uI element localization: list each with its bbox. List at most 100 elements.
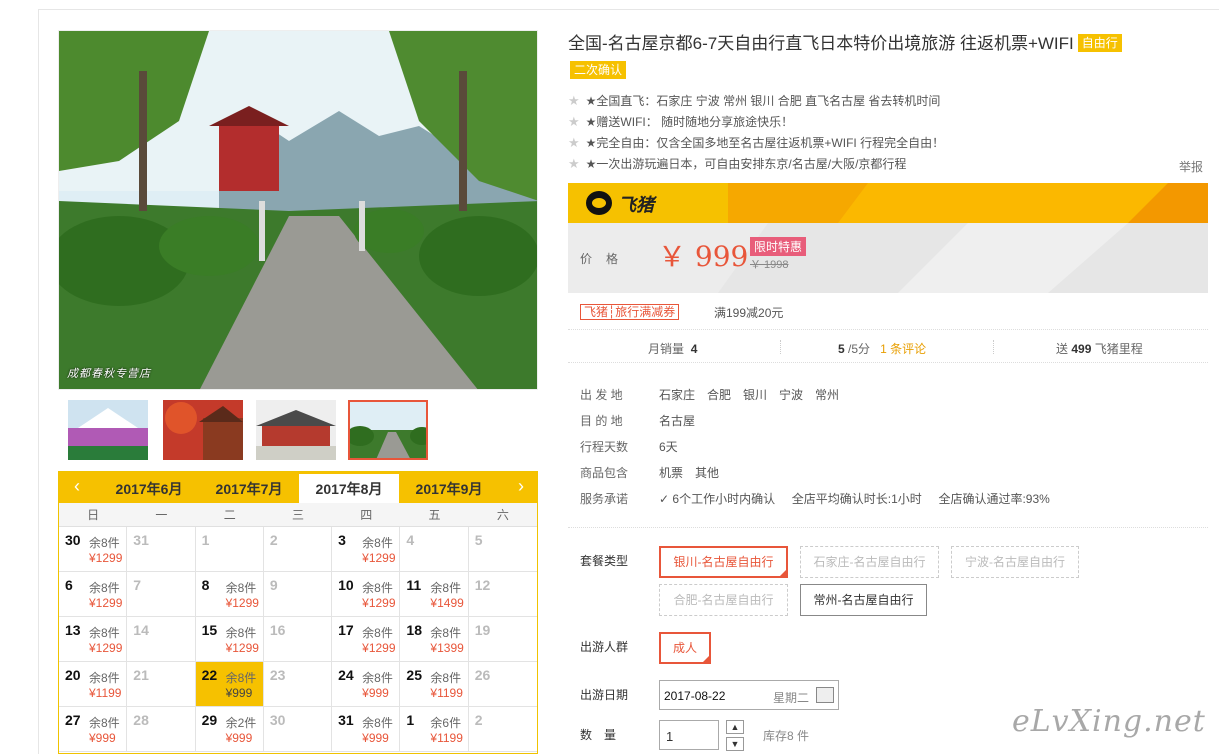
day-number: 21 [133, 667, 149, 683]
day-price: ¥1499 [430, 596, 464, 610]
day-number: 9 [269, 577, 278, 593]
calendar-day-cell[interactable]: 15 余8件 ¥1299 [195, 617, 264, 662]
date-input[interactable]: 2017-08-22 星期二 [659, 680, 839, 710]
fliggy-logo-icon [586, 191, 612, 215]
package-option-changzhou[interactable]: 常州-名古屋自由行 [800, 584, 927, 616]
info-depart: 出 发 地石家庄 合肥 银川 宁波 常州 [580, 388, 840, 402]
date-weekday: 星期二 [773, 691, 810, 705]
calendar-day-cell[interactable]: 27 余8件 ¥999 [59, 707, 128, 752]
brand-name: 飞猪 [618, 195, 654, 215]
divider [780, 340, 781, 354]
thumbnail-3[interactable] [256, 400, 336, 460]
day-number: 12 [474, 577, 491, 593]
review-link[interactable]: 1 条评论 [880, 342, 926, 356]
day-price: ¥999 [225, 686, 253, 700]
calendar-day-cell[interactable]: 11 余8件 ¥1499 [400, 572, 469, 617]
mileage: 送 499 飞猪里程 [1056, 342, 1143, 356]
weekday-label: 六 [496, 508, 509, 522]
report-link[interactable]: 举报 [1179, 158, 1203, 175]
day-number: 7 [133, 577, 142, 593]
product-title-text: 全国-名古屋京都6-7天自由行直飞日本特价出境旅游 往返机票+WIFI [568, 34, 1074, 53]
day-number: 24 [338, 667, 354, 683]
calendar-icon[interactable] [816, 687, 834, 703]
thumbnail-2[interactable] [163, 400, 243, 460]
day-price: ¥1299 [89, 641, 123, 655]
feature-item: ★ ★全国直飞：石家庄 宁波 常州 银川 合肥 直飞名古屋 省去转机时间 [568, 93, 941, 108]
coupon-badge[interactable]: 飞猪┆旅行满减券 [580, 304, 680, 320]
day-number: 17 [338, 622, 354, 638]
calendar-day-cell[interactable]: 8 余8件 ¥1299 [195, 572, 264, 617]
calendar-day-cell: 7 [127, 572, 196, 617]
weekday-label: 五 [428, 508, 441, 522]
calendar-day-cell[interactable]: 25 余8件 ¥1199 [400, 662, 469, 707]
chevron-left-icon[interactable]: ‹ [67, 476, 87, 497]
chevron-right-icon[interactable]: › [511, 476, 531, 497]
package-option-shijiazhuang[interactable]: 石家庄-名古屋自由行 [800, 546, 939, 578]
package-option-hefei[interactable]: 合肥-名古屋自由行 [659, 584, 788, 616]
calendar-day-cell: 14 [127, 617, 196, 662]
day-number: 2 [474, 712, 483, 728]
package-option-yinchuan[interactable]: 银川-名古屋自由行 [659, 546, 788, 578]
thumbnail-strip [58, 394, 538, 470]
day-number: 3 [338, 532, 346, 548]
day-number: 14 [133, 622, 149, 638]
calendar-day-cell[interactable]: 29 余2件 ¥999 [195, 707, 264, 752]
day-price: ¥1199 [89, 686, 122, 700]
traveler-option-adult[interactable]: 成人 [659, 632, 711, 664]
calendar-day-cell[interactable]: 6 余8件 ¥1299 [59, 572, 128, 617]
day-stock: 余8件 [362, 626, 393, 640]
day-price: ¥1299 [89, 596, 123, 610]
calendar-day-cell[interactable]: 10 余8件 ¥1299 [332, 572, 401, 617]
month-tab-august[interactable]: 2017年8月 [299, 474, 399, 503]
current-price: ￥ 999 [658, 240, 749, 273]
calendar-day-cell[interactable]: 17 余8件 ¥1299 [332, 617, 401, 662]
traveler-label: 出游人群 [580, 640, 629, 654]
info-destination: 目 的 地名古屋 [580, 414, 696, 428]
thumbnail-4[interactable] [348, 400, 428, 460]
day-number: 26 [474, 667, 491, 683]
calendar-day-cell[interactable]: 22 余8件 ¥999 [195, 662, 264, 707]
calendar-day-cell[interactable]: 31 余8件 ¥999 [332, 707, 401, 752]
calendar-day-cell: 26 [468, 662, 537, 707]
calendar-day-cell: 19 [468, 617, 537, 662]
calendar-day-cell: 31 [127, 527, 196, 572]
day-number: 29 [201, 712, 218, 728]
calendar-day-cell[interactable]: 13 余8件 ¥1299 [59, 617, 128, 662]
price-panel: 价格 ￥ 999 限时特惠 ￥ 1998 [568, 223, 1208, 293]
calendar-day-cell[interactable]: 30 余8件 ¥1299 [59, 527, 128, 572]
quantity-increase-button[interactable]: ▲ [726, 720, 744, 734]
thumbnail-1[interactable] [68, 400, 148, 460]
calendar-day-cell: 5 [468, 527, 537, 572]
calendar-day-cell[interactable]: 20 余8件 ¥1199 [59, 662, 128, 707]
package-option-ningbo[interactable]: 宁波-名古屋自由行 [951, 546, 1079, 578]
month-tab-july[interactable]: 2017年7月 [199, 474, 299, 503]
feature-item: ★ ★一次出游玩遍日本，可自由安排东京/名古屋/大阪/京都行程 [568, 156, 907, 171]
quantity-decrease-button[interactable]: ▼ [726, 737, 744, 751]
month-tab-june[interactable]: 2017年6月 [99, 474, 199, 503]
original-price: ￥ 1998 [750, 259, 789, 271]
day-stock: 余8件 [89, 536, 120, 550]
feature-item: ★ ★完全自由：仅含全国多地至名古屋往返机票+WIFI 行程完全自由！ [568, 135, 945, 150]
day-price: ¥1299 [362, 641, 396, 655]
package-label: 套餐类型 [580, 554, 629, 568]
weekday-header: 日 一 二 三 四 五 六 [59, 503, 537, 527]
star-icon: ★ [568, 156, 580, 171]
day-stock: 余8件 [225, 626, 257, 640]
day-number: 20 [65, 667, 81, 683]
calendar-grid: 30 余8件 ¥1299 31 1 2 3 余8件 ¥1299 4 5 6 余8件 ¥1299 7 8 余8件 ¥… [59, 527, 537, 752]
stock-text: 库存8 件 [763, 729, 810, 743]
calendar-day-cell[interactable]: 1 余6件 ¥1199 [400, 707, 469, 752]
rating: 5 /5分 1 条评论 [838, 342, 927, 356]
month-tab-september[interactable]: 2017年9月 [399, 474, 499, 503]
day-number: 28 [133, 712, 149, 728]
calendar-day-cell[interactable]: 24 余8件 ¥999 [332, 662, 401, 707]
day-stock: 余6件 [430, 716, 462, 730]
coupon-text: 满199减20元 [714, 306, 784, 320]
date-label: 出游日期 [580, 688, 629, 702]
quantity-input[interactable]: 1 [659, 720, 719, 750]
day-number: 27 [65, 712, 81, 728]
section-divider [568, 527, 1208, 528]
calendar-day-cell[interactable]: 18 余8件 ¥1399 [400, 617, 469, 662]
calendar-day-cell[interactable]: 3 余8件 ¥1299 [332, 527, 401, 572]
day-price: ¥999 [225, 731, 253, 745]
